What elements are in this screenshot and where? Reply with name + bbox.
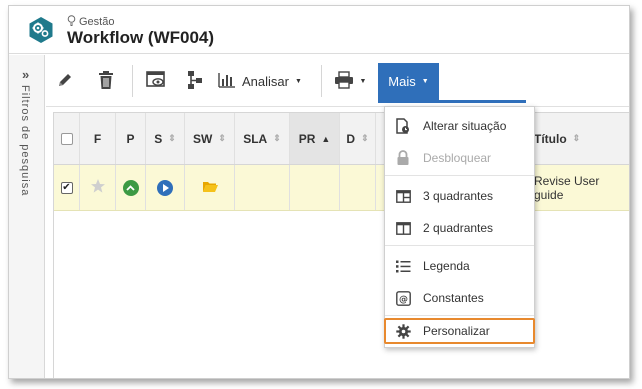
sort-icon: ⇕ <box>572 133 581 143</box>
titulo-cell: Revise User guide <box>534 173 600 202</box>
filter-panel-label: Filtros de pesquisa <box>19 85 31 197</box>
menu-item-3-quadrantes[interactable]: 3 quadrantes <box>385 181 534 211</box>
flowchart-icon <box>186 70 204 93</box>
grid-header: F P S ⇕ SW ⇕ SLA ⇕ PR ▲ D ⇕ Título ⇕ <box>54 113 629 165</box>
workflow-grid: F P S ⇕ SW ⇕ SLA ⇕ PR ▲ D ⇕ Título ⇕ ✔ R… <box>53 112 629 378</box>
column-header-label: Título <box>534 131 567 146</box>
menu-item-label: Legenda <box>423 259 470 273</box>
caret-down-icon: ▼ <box>421 78 429 85</box>
sort-icon: ⇕ <box>168 133 176 143</box>
menu-item-label: 2 quadrantes <box>423 221 494 235</box>
double-chevron-right-icon[interactable]: » <box>22 67 29 82</box>
toolbar: Analisar ▼ ▼ Mais ▼ <box>46 55 629 107</box>
column-header-f[interactable]: F <box>80 113 116 164</box>
column-header-label: D <box>346 131 356 146</box>
column-header-pr[interactable]: PR ▲ <box>290 113 340 164</box>
flowchart-button[interactable] <box>176 55 214 107</box>
two-panel-layout-icon <box>395 220 411 236</box>
menu-divider <box>385 175 534 176</box>
print-button[interactable]: ▼ <box>326 55 374 107</box>
column-header-label: S <box>154 131 163 146</box>
sort-ascending-icon: ▲ <box>321 133 331 144</box>
menu-item-constantes[interactable]: @ Constantes <box>385 283 534 313</box>
sort-icon: ⇕ <box>273 133 281 143</box>
column-header-label: F <box>93 131 102 146</box>
page-header: Gestão Workflow (WF004) <box>9 6 629 54</box>
app-window: Gestão Workflow (WF004) » Filtros de pes… <box>8 5 630 379</box>
three-panel-layout-icon <box>395 188 411 204</box>
toolbar-divider <box>132 65 133 97</box>
column-header-label: PR <box>298 131 316 146</box>
row-select-cell: ✔ <box>54 165 80 210</box>
printer-icon <box>334 70 354 92</box>
breadcrumb[interactable]: Gestão <box>67 15 114 29</box>
menu-item-label: Alterar situação <box>423 119 507 133</box>
folder-open-icon[interactable] <box>202 180 218 196</box>
select-all-cell <box>54 113 80 164</box>
view-window-icon <box>146 70 166 92</box>
lightbulb-icon <box>67 15 76 29</box>
menu-item-label: 3 quadrantes <box>423 189 494 203</box>
caret-down-icon: ▼ <box>294 77 302 85</box>
page-title: Workflow (WF004) <box>67 28 215 47</box>
column-header-p[interactable]: P <box>116 113 146 164</box>
menu-divider <box>385 315 534 316</box>
caret-down-icon: ▼ <box>359 77 367 85</box>
column-header-sw[interactable]: SW ⇕ <box>185 113 235 164</box>
at-sign-icon: @ <box>395 290 411 306</box>
row-checkbox[interactable]: ✔ <box>60 181 73 194</box>
menu-item-legenda[interactable]: Legenda <box>385 251 534 281</box>
list-icon <box>395 258 411 274</box>
menu-item-personalizar[interactable]: Personalizar <box>384 318 535 344</box>
delete-button[interactable] <box>86 55 126 107</box>
chevron-up-circle-icon <box>122 179 139 196</box>
select-all-checkbox[interactable] <box>60 132 73 145</box>
column-header-label: P <box>126 131 135 146</box>
sort-icon: ⇕ <box>218 133 226 143</box>
bar-chart-icon <box>218 72 236 91</box>
d-cell <box>340 165 376 210</box>
menu-divider <box>385 245 534 246</box>
mais-active-underline <box>378 100 526 103</box>
status-cell <box>146 165 185 210</box>
mais-label: Mais <box>388 74 416 89</box>
sla-cell <box>235 165 290 210</box>
pr-cell <box>290 165 340 210</box>
menu-item-alterar-situacao[interactable]: Alterar situação <box>385 111 534 141</box>
star-icon[interactable] <box>90 178 106 197</box>
document-status-icon <box>395 118 411 134</box>
view-button[interactable] <box>136 55 176 107</box>
menu-item-label: Desbloquear <box>423 151 492 165</box>
lock-icon <box>395 150 411 166</box>
column-header-label: SW <box>193 131 213 146</box>
menu-item-label: Personalizar <box>423 324 490 338</box>
column-header-titulo[interactable]: Título ⇕ <box>524 113 629 164</box>
play-circle-icon <box>157 179 173 196</box>
analisar-label: Analisar <box>242 73 289 89</box>
priority-cell <box>116 165 146 210</box>
menu-item-label: Constantes <box>423 291 484 305</box>
favorite-cell <box>80 165 116 210</box>
edit-button[interactable] <box>46 55 84 107</box>
filter-panel[interactable]: » Filtros de pesquisa <box>9 55 45 378</box>
column-header-d[interactable]: D ⇕ <box>340 113 376 164</box>
toolbar-divider <box>321 65 322 97</box>
menu-item-desbloquear[interactable]: Desbloquear <box>385 143 534 173</box>
menu-item-2-quadrantes[interactable]: 2 quadrantes <box>385 213 534 243</box>
gear-icon <box>395 323 411 339</box>
trash-icon <box>97 70 115 93</box>
subworkflow-cell <box>185 165 235 210</box>
breadcrumb-label[interactable]: Gestão <box>79 16 114 28</box>
svg-text:@: @ <box>399 295 408 305</box>
table-row[interactable]: ✔ Revise User guide <box>54 165 629 211</box>
app-logo-icon <box>27 16 55 44</box>
mais-dropdown-menu: Alterar situação Desbloquear 3 quadrante… <box>384 106 535 348</box>
analisar-dropdown[interactable]: Analisar ▼ <box>218 55 318 107</box>
pencil-icon <box>56 71 74 92</box>
column-header-label: SLA <box>243 131 268 146</box>
sort-icon: ⇕ <box>361 133 369 143</box>
mais-dropdown-button[interactable]: Mais ▼ <box>378 63 439 100</box>
column-header-sla[interactable]: SLA ⇕ <box>235 113 290 164</box>
column-header-s[interactable]: S ⇕ <box>146 113 185 164</box>
